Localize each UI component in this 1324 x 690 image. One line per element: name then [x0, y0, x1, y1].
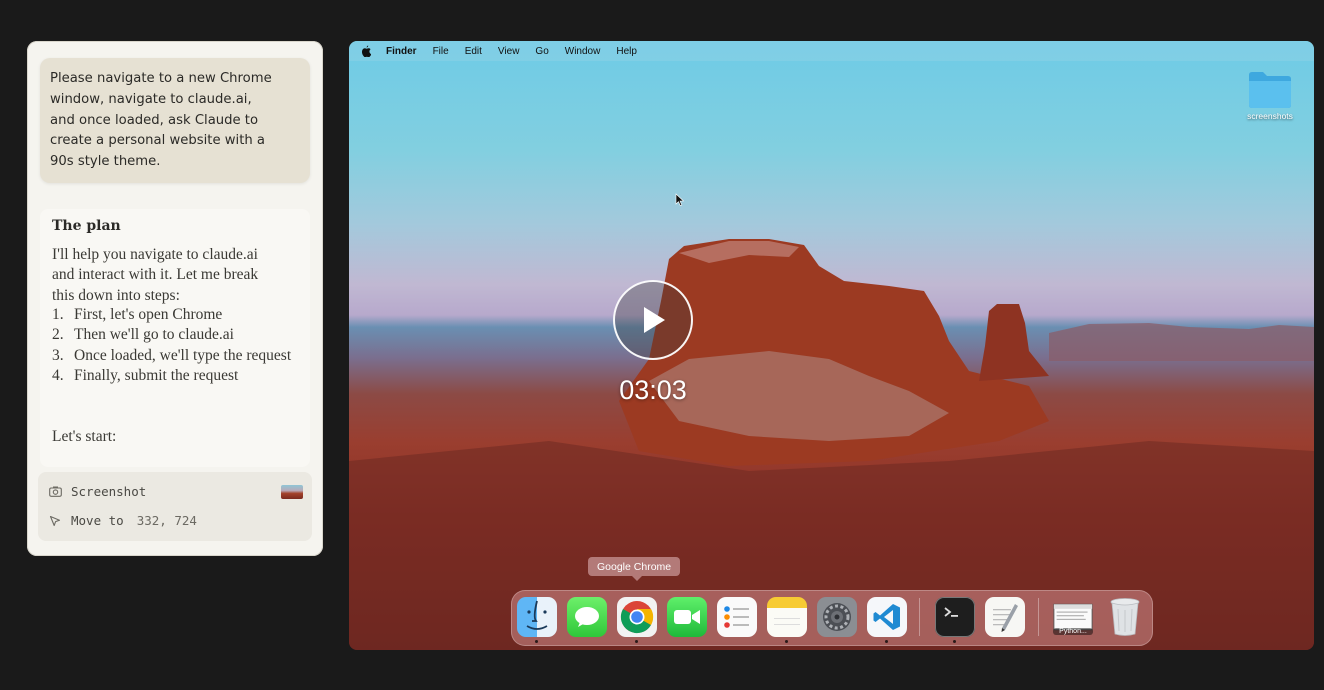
dock-tooltip: Google Chrome — [588, 557, 681, 581]
dock-trash[interactable] — [1105, 597, 1145, 637]
cursor-icon — [48, 514, 62, 528]
trash-icon — [1110, 598, 1140, 636]
user-message-bubble: Please navigate to a new Chrome window, … — [40, 58, 310, 183]
textedit-icon — [993, 604, 1018, 632]
folder-icon — [1247, 69, 1293, 109]
running-indicator — [635, 640, 638, 643]
dock-messages[interactable] — [567, 597, 607, 637]
plan-outro: Let's start: — [52, 428, 117, 445]
tool-move-coords: 332, 724 — [136, 513, 197, 528]
plan-step: 3. Once loaded, we'll type the request — [52, 346, 292, 364]
dock-system-settings[interactable] — [817, 597, 857, 637]
menu-finder[interactable]: Finder — [386, 46, 417, 57]
camera-icon — [48, 485, 62, 499]
dock-separator — [919, 598, 920, 636]
video-timestamp: 03:03 — [619, 375, 687, 405]
messages-icon — [575, 607, 599, 627]
running-indicator — [535, 640, 538, 643]
notes-icon — [774, 618, 800, 625]
apple-logo-icon[interactable] — [359, 45, 372, 58]
play-icon — [644, 307, 665, 333]
gear-icon — [823, 603, 851, 631]
menu-help[interactable]: Help — [616, 46, 637, 57]
terminal-icon — [944, 607, 958, 617]
tool-calls-box: Screenshot Move to 332, 724 — [38, 472, 312, 541]
plan-steps-list: 1. First, let's open Chrome 2. Then we'll … — [52, 305, 302, 386]
chrome-icon — [620, 601, 654, 634]
dock-notes[interactable] — [767, 597, 807, 643]
plan-step: 2. Then we'll go to claude.ai — [52, 326, 234, 344]
vscode-icon — [873, 604, 900, 630]
screenshot-thumbnail[interactable] — [281, 485, 303, 499]
menu-window[interactable]: Window — [565, 46, 601, 57]
desktop-folder-screenshots[interactable]: screenshots — [1242, 69, 1298, 121]
user-message-text: Please navigate to a new Chrome window, … — [50, 71, 272, 170]
dock-chrome[interactable] — [617, 597, 657, 643]
dock-finder[interactable] — [517, 597, 557, 643]
tool-screenshot-row[interactable]: Screenshot — [48, 484, 146, 499]
folder-label: screenshots — [1247, 111, 1293, 121]
dock: Python... — [511, 590, 1153, 646]
finder-icon — [526, 600, 548, 630]
python-window-label: Python... — [1053, 628, 1093, 635]
running-indicator — [953, 640, 956, 643]
plan-title: The plan — [52, 218, 121, 234]
running-indicator — [785, 640, 788, 643]
assistant-response: The plan I'll help you navigate to claud… — [40, 209, 310, 467]
tool-move-label: Move to — [71, 513, 124, 528]
plan-step: 1. First, let's open Chrome — [52, 306, 223, 323]
mac-desktop[interactable]: Finder File Edit View Go Window Help scr… — [349, 41, 1314, 650]
menu-file[interactable]: File — [433, 46, 449, 57]
dock-separator — [1038, 598, 1039, 636]
dock-vscode[interactable] — [867, 597, 907, 643]
mouse-cursor-icon — [675, 193, 685, 206]
chat-panel: Please navigate to a new Chrome window, … — [27, 41, 323, 556]
plan-intro: I'll help you navigate to claude.ai and … — [52, 246, 259, 304]
running-indicator — [885, 640, 888, 643]
tool-screenshot-label: Screenshot — [71, 484, 147, 499]
dock-terminal[interactable] — [935, 597, 975, 643]
menu-view[interactable]: View — [498, 46, 520, 57]
facetime-icon — [674, 610, 700, 624]
plan-step: 4. Finally, submit the request — [52, 366, 239, 384]
reminders-icon — [724, 606, 749, 628]
menu-edit[interactable]: Edit — [465, 46, 482, 57]
dock-minimized-python-window[interactable]: Python... — [1053, 597, 1093, 637]
dock-textedit[interactable] — [985, 597, 1025, 637]
dock-facetime[interactable] — [667, 597, 707, 637]
wallpaper-landscape — [349, 239, 1314, 650]
tool-move-row[interactable]: Move to 332, 724 — [48, 513, 197, 528]
menu-bar: Finder File Edit View Go Window Help — [349, 41, 1314, 61]
video-play-button[interactable] — [613, 280, 693, 360]
menu-go[interactable]: Go — [535, 46, 548, 57]
dock-reminders[interactable] — [717, 597, 757, 637]
